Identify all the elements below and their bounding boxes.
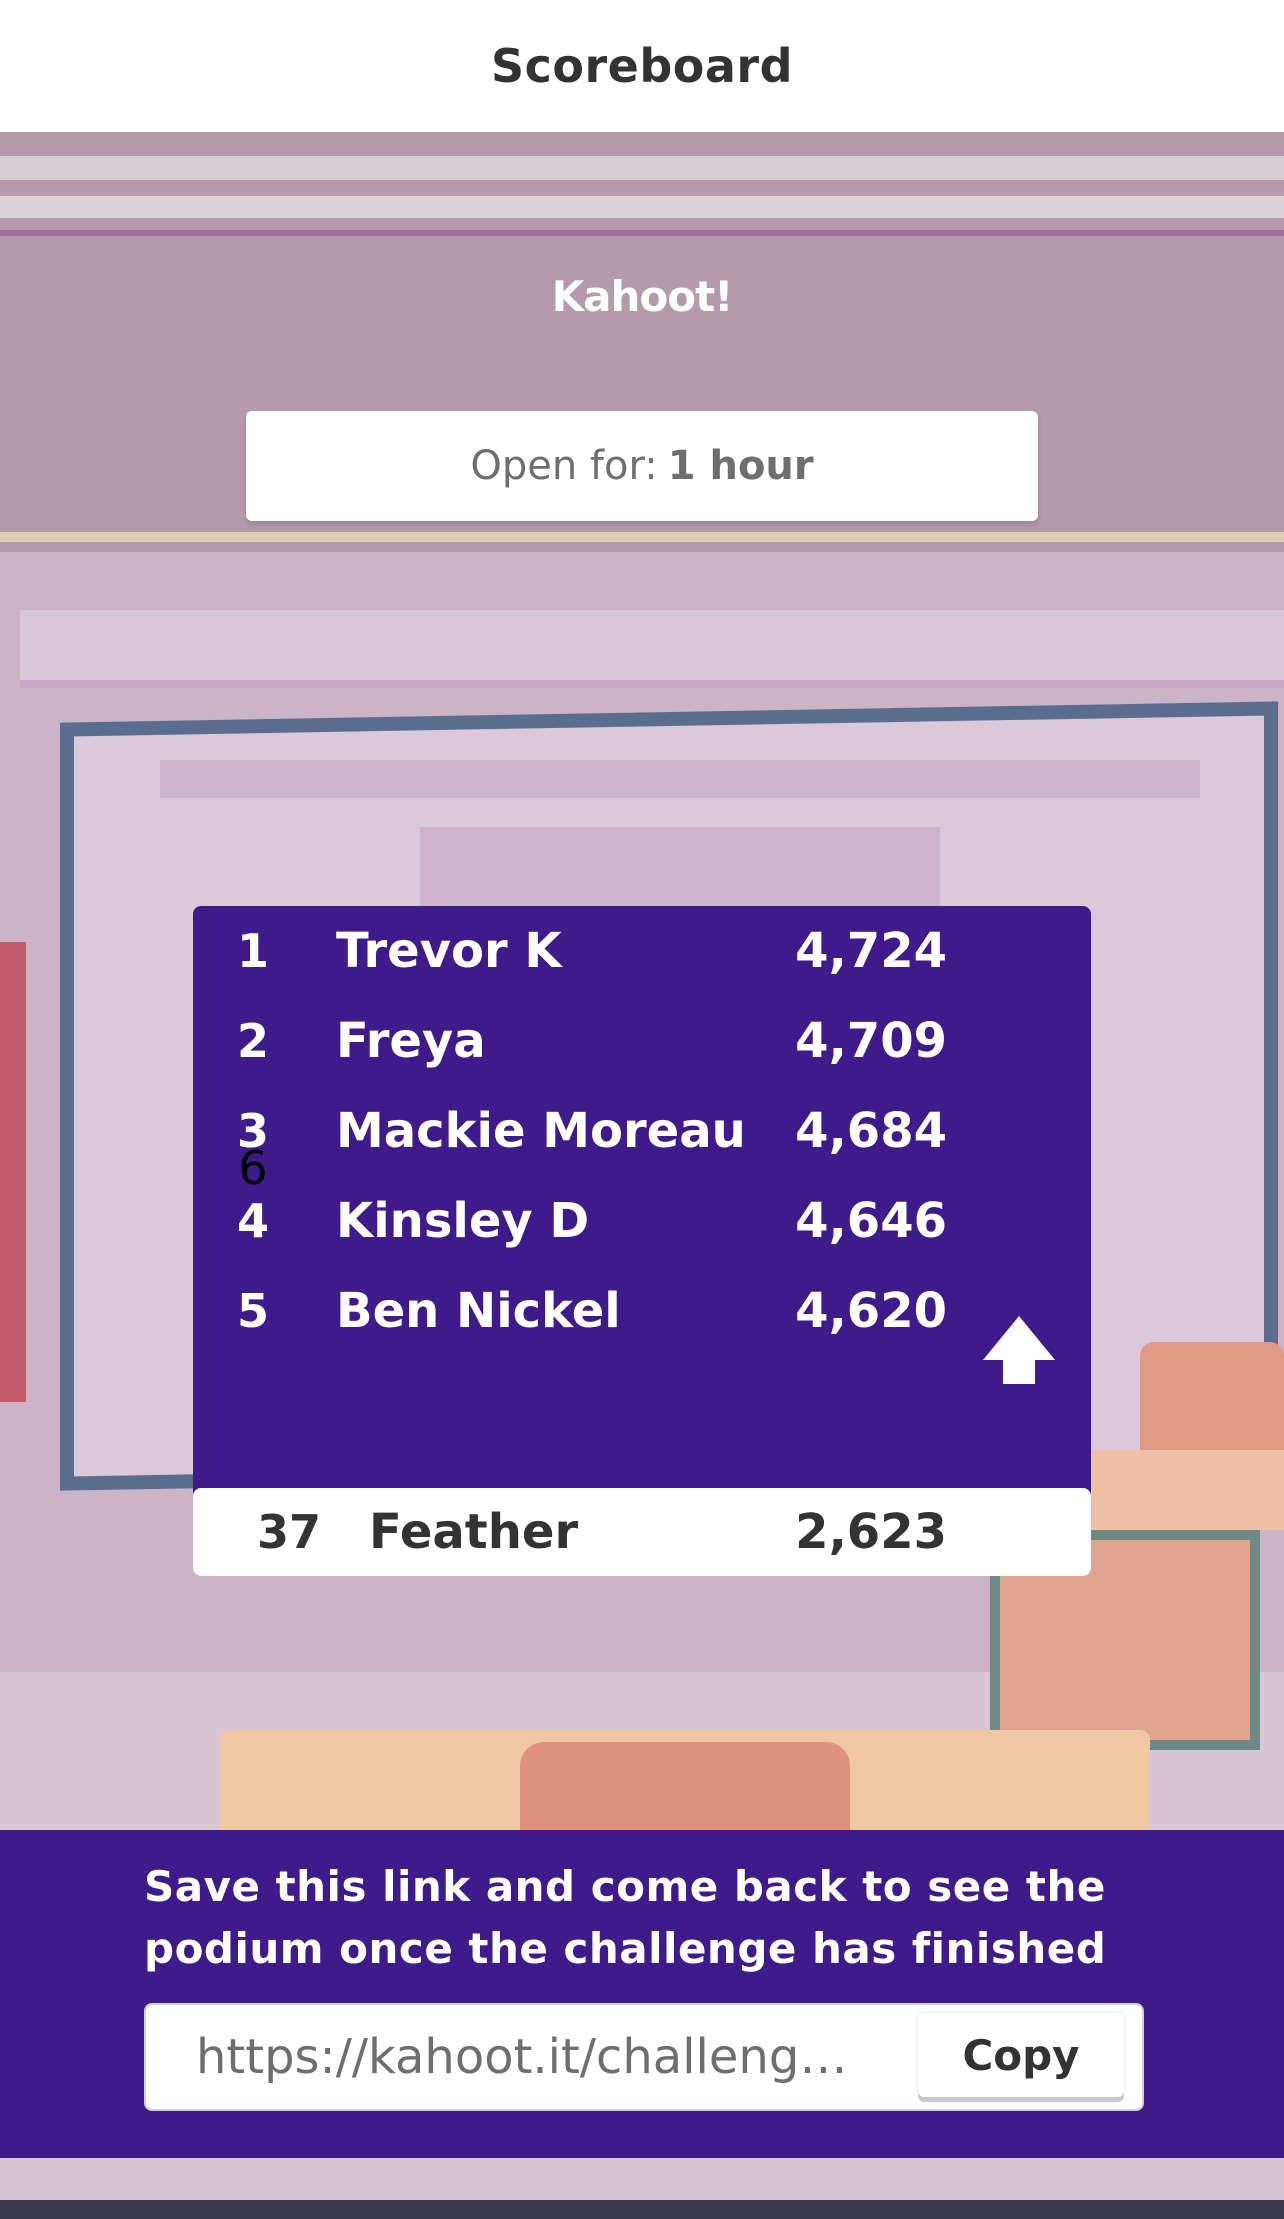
player-name: Mackie Moreau — [336, 1103, 746, 1159]
ceiling-line — [0, 230, 1284, 236]
rank: 5 — [236, 1284, 269, 1338]
leaderboard-row: 2 Freya 4,709 — [193, 996, 1091, 1086]
player-score: 4,620 — [795, 1283, 947, 1339]
leaderboard-row: 5 Ben Nickel 4,620 — [193, 1266, 1091, 1356]
leaderboard-row: 4 Kinsley D 4,646 — [193, 1176, 1091, 1266]
copy-button[interactable]: Copy — [918, 2013, 1124, 2097]
open-for-badge: Open for: 1 hour — [246, 411, 1038, 521]
wall-trim — [0, 532, 1284, 542]
challenge-link-input[interactable]: https://kahoot.it/challenge/... — [196, 2005, 876, 2109]
player-name: Ben Nickel — [336, 1283, 621, 1339]
rank: 2 — [236, 1014, 269, 1068]
save-link-message: Save this link and come back to see the … — [144, 1862, 1107, 1973]
player-name: Kinsley D — [336, 1193, 590, 1249]
rank: 37 — [256, 1505, 321, 1559]
leaderboard-row: 3 Mackie Moreau 4,684 — [193, 1086, 1091, 1176]
chair — [1140, 1342, 1284, 1452]
wall-frame — [0, 942, 26, 1402]
player-name: Trevor K — [336, 923, 562, 979]
ceiling-stripe — [0, 156, 1284, 180]
open-for-label: Open for: — [470, 443, 658, 489]
player-score: 2,623 — [795, 1504, 947, 1560]
player-name: Feather — [369, 1504, 579, 1560]
ceiling-stripe — [0, 196, 1284, 218]
player-score: 4,724 — [795, 923, 947, 979]
current-player-row: 37 Feather 2,623 — [193, 1488, 1091, 1576]
player-name: Freya — [336, 1013, 486, 1069]
open-for-value: 1 hour — [667, 443, 814, 489]
rank: 1 — [236, 924, 269, 978]
player-score: 4,709 — [795, 1013, 947, 1069]
kahoot-logo: Kahoot! — [551, 272, 734, 321]
top-bar: Scoreboard — [0, 0, 1284, 132]
board-rail — [20, 610, 1284, 688]
bottom-edge — [0, 2200, 1284, 2219]
leaderboard: 1 Trevor K 4,724 2 Freya 4,709 3 Mackie … — [193, 906, 1091, 1576]
leaderboard-row: 1 Trevor K 4,724 — [193, 906, 1091, 996]
player-score: 4,646 — [795, 1193, 947, 1249]
page-title: Scoreboard — [490, 39, 794, 93]
player-score: 4,684 — [795, 1103, 947, 1159]
whiteboard-detail — [160, 760, 1200, 798]
save-link-panel: Save this link and come back to see the … — [0, 1830, 1284, 2158]
rank: 4 — [236, 1194, 269, 1248]
link-field: https://kahoot.it/challenge/... Copy — [144, 2003, 1144, 2111]
